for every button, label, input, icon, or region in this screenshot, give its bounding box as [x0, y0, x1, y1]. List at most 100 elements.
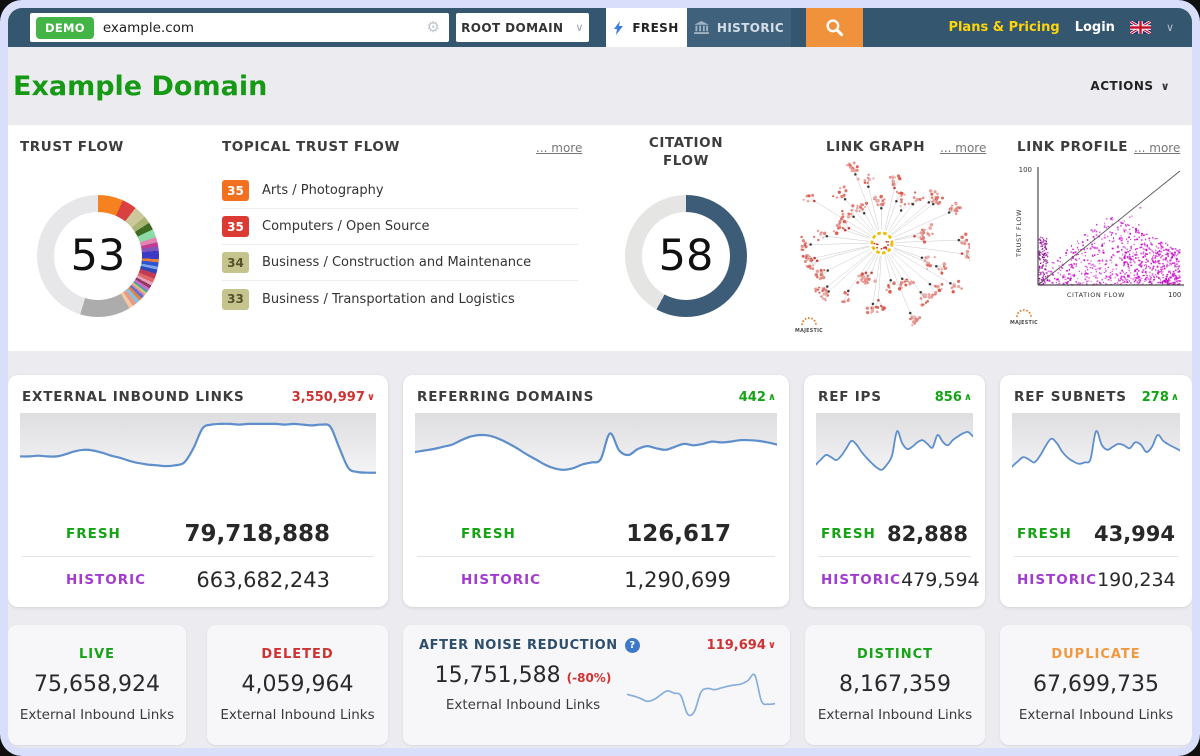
summary-value: 75,658,924 [34, 672, 160, 697]
summary-title: AFTER NOISE REDUCTION [419, 638, 618, 653]
summary-value: 67,699,735 [1033, 672, 1159, 697]
x-axis-label: CITATION FLOW [1067, 291, 1125, 299]
delta-indicator[interactable]: 442∧ [739, 390, 776, 405]
trust-flow-label: TRUST FLOW [20, 139, 124, 155]
topical-row[interactable]: 35 Computers / Open Source [222, 209, 578, 245]
summary-card-deleted: DELETED 4,059,964 External Inbound Links [207, 625, 388, 745]
gear-icon[interactable]: ⚙ [427, 20, 440, 35]
tab-fresh-label: FRESH [632, 21, 678, 35]
historic-label: HISTORIC [66, 572, 146, 588]
summary-card-after-noise-reduction: AFTER NOISE REDUCTION ? 119,694∨ 15,751,… [403, 625, 790, 745]
trust-flow-donut: 53 [37, 195, 159, 317]
chevron-down-icon: ∨ [1161, 80, 1170, 93]
tab-historic-label: HISTORIC [717, 21, 784, 35]
login-link[interactable]: Login [1075, 20, 1115, 35]
topical-row[interactable]: 35 Arts / Photography [222, 173, 578, 209]
summary-caption: External Inbound Links [818, 707, 972, 723]
app-frame: DEMO ⚙ ROOT DOMAIN ∨ FRESH HISTORIC [0, 0, 1200, 756]
summary-value: 15,751,588 [435, 663, 561, 688]
tab-fresh[interactable]: FRESH [606, 8, 687, 47]
screenshot-stage: DEMO ⚙ ROOT DOMAIN ∨ FRESH HISTORIC [0, 0, 1200, 756]
topic-label: Business / Construction and Maintenance [262, 255, 531, 270]
trend-chart [1012, 413, 1180, 491]
card-title: REF IPS [818, 389, 882, 405]
chevron-up-icon: ∧ [964, 392, 972, 403]
actions-menu[interactable]: ACTIONS ∨ [1090, 79, 1170, 93]
summary-value: 4,059,964 [242, 672, 354, 697]
summary-card-live: LIVE 75,658,924 External Inbound Links [8, 625, 186, 745]
svg-text:MAJESTIC: MAJESTIC [795, 328, 823, 334]
search-box[interactable]: DEMO ⚙ [30, 13, 449, 42]
delta-indicator[interactable]: 856∧ [935, 390, 972, 405]
root-domain-label: ROOT DOMAIN [461, 21, 563, 35]
delta-indicator[interactable]: 3,550,997∨ [292, 390, 375, 405]
link-graph-visualization[interactable]: MAJESTIC [794, 153, 970, 345]
fresh-value: 79,718,888 [184, 521, 330, 547]
x-axis-max: 100 [1168, 291, 1181, 299]
search-icon [825, 18, 844, 37]
topical-row[interactable]: 34 Business / Construction and Maintenan… [222, 245, 578, 281]
page-title: Example Domain [13, 71, 267, 102]
card-title: REFERRING DOMAINS [417, 389, 594, 405]
delta-indicator[interactable]: 278∧ [1142, 390, 1179, 405]
trust-flow-value: 53 [71, 231, 126, 281]
trend-chart [20, 413, 376, 491]
link-profile-visualization[interactable]: 100 TRUST FLOW CITATION FLOW 100 MAJESTI… [1008, 159, 1192, 339]
delta-indicator[interactable]: 119,694∨ [707, 638, 776, 653]
topical-more-link[interactable]: ... more [536, 141, 582, 155]
summary-caption: External Inbound Links [446, 697, 600, 713]
topic-label: Computers / Open Source [262, 219, 430, 234]
uk-flag-icon[interactable] [1130, 21, 1151, 34]
card-title: EXTERNAL INBOUND LINKS [22, 389, 244, 405]
chevron-down-icon: ∨ [768, 640, 776, 651]
app-window: DEMO ⚙ ROOT DOMAIN ∨ FRESH HISTORIC [8, 8, 1192, 748]
fresh-value: 126,617 [626, 521, 731, 547]
summary-caption: External Inbound Links [1019, 707, 1173, 723]
overview-panel: TRUST FLOW 53 TOPICAL TRUST FLOW ... mor… [8, 125, 1192, 351]
ref-subnets-card: REF SUBNETS 278∧ FRESH 43,994 HISTORIC 1… [1000, 375, 1192, 607]
chevron-down-icon[interactable]: ∨ [1166, 21, 1174, 34]
ref-ips-card: REF IPS 856∧ FRESH 82,888 HISTORIC 479,5… [804, 375, 985, 607]
chevron-up-icon: ∧ [1171, 392, 1179, 403]
actions-label: ACTIONS [1090, 79, 1153, 93]
majestic-logo: MAJESTIC [795, 318, 823, 334]
topical-trust-flow-list: 35 Arts / Photography 35 Computers / Ope… [222, 173, 578, 317]
topical-trust-flow-label: TOPICAL TRUST FLOW [222, 139, 400, 155]
link-profile-more-link[interactable]: ... more [1134, 141, 1180, 155]
y-axis-max: 100 [1019, 166, 1032, 174]
citation-flow-donut: 58 [625, 195, 747, 317]
search-button[interactable] [806, 8, 863, 47]
page-header: Example Domain ACTIONS ∨ [8, 47, 1192, 125]
help-icon[interactable]: ? [625, 638, 640, 653]
topic-label: Business / Transportation and Logistics [262, 292, 515, 307]
card-title: REF SUBNETS [1014, 389, 1127, 405]
chevron-down-icon: ∨ [575, 21, 583, 34]
historic-value: 663,682,243 [196, 568, 330, 592]
majestic-logo: MAJESTIC [1010, 310, 1038, 326]
summary-card-distinct: DISTINCT 8,167,359 External Inbound Link… [805, 625, 985, 745]
topical-row[interactable]: 33 Business / Transportation and Logisti… [222, 281, 578, 317]
historic-value: 190,234 [1097, 569, 1176, 591]
topic-label: Arts / Photography [262, 183, 384, 198]
trend-chart [816, 413, 973, 491]
fresh-label: FRESH [821, 526, 876, 542]
trend-chart [415, 413, 777, 491]
plans-pricing-link[interactable]: Plans & Pricing [948, 20, 1059, 35]
fresh-label: FRESH [66, 526, 121, 542]
referring-domains-card: REFERRING DOMAINS 442∧ FRESH 126,617 HIS… [403, 375, 789, 607]
external-inbound-links-card: EXTERNAL INBOUND LINKS 3,550,997∨ FRESH … [8, 375, 388, 607]
summary-title: LIVE [79, 647, 115, 662]
root-domain-select[interactable]: ROOT DOMAIN ∨ [456, 13, 589, 42]
summary-cards-row: LIVE 75,658,924 External Inbound Links D… [8, 625, 1192, 745]
summary-percent: (-80%) [567, 671, 612, 685]
historic-value: 479,594 [901, 569, 980, 591]
historic-value: 1,290,699 [624, 568, 731, 592]
fresh-value: 43,994 [1094, 522, 1175, 546]
search-input[interactable] [103, 20, 418, 36]
tab-historic[interactable]: HISTORIC [687, 8, 791, 47]
bank-icon [694, 21, 709, 34]
chevron-up-icon: ∧ [768, 392, 776, 403]
summary-card-duplicate: DUPLICATE 67,699,735 External Inbound Li… [1000, 625, 1192, 745]
historic-label: HISTORIC [1017, 572, 1097, 588]
index-tabs: FRESH HISTORIC [606, 8, 791, 47]
